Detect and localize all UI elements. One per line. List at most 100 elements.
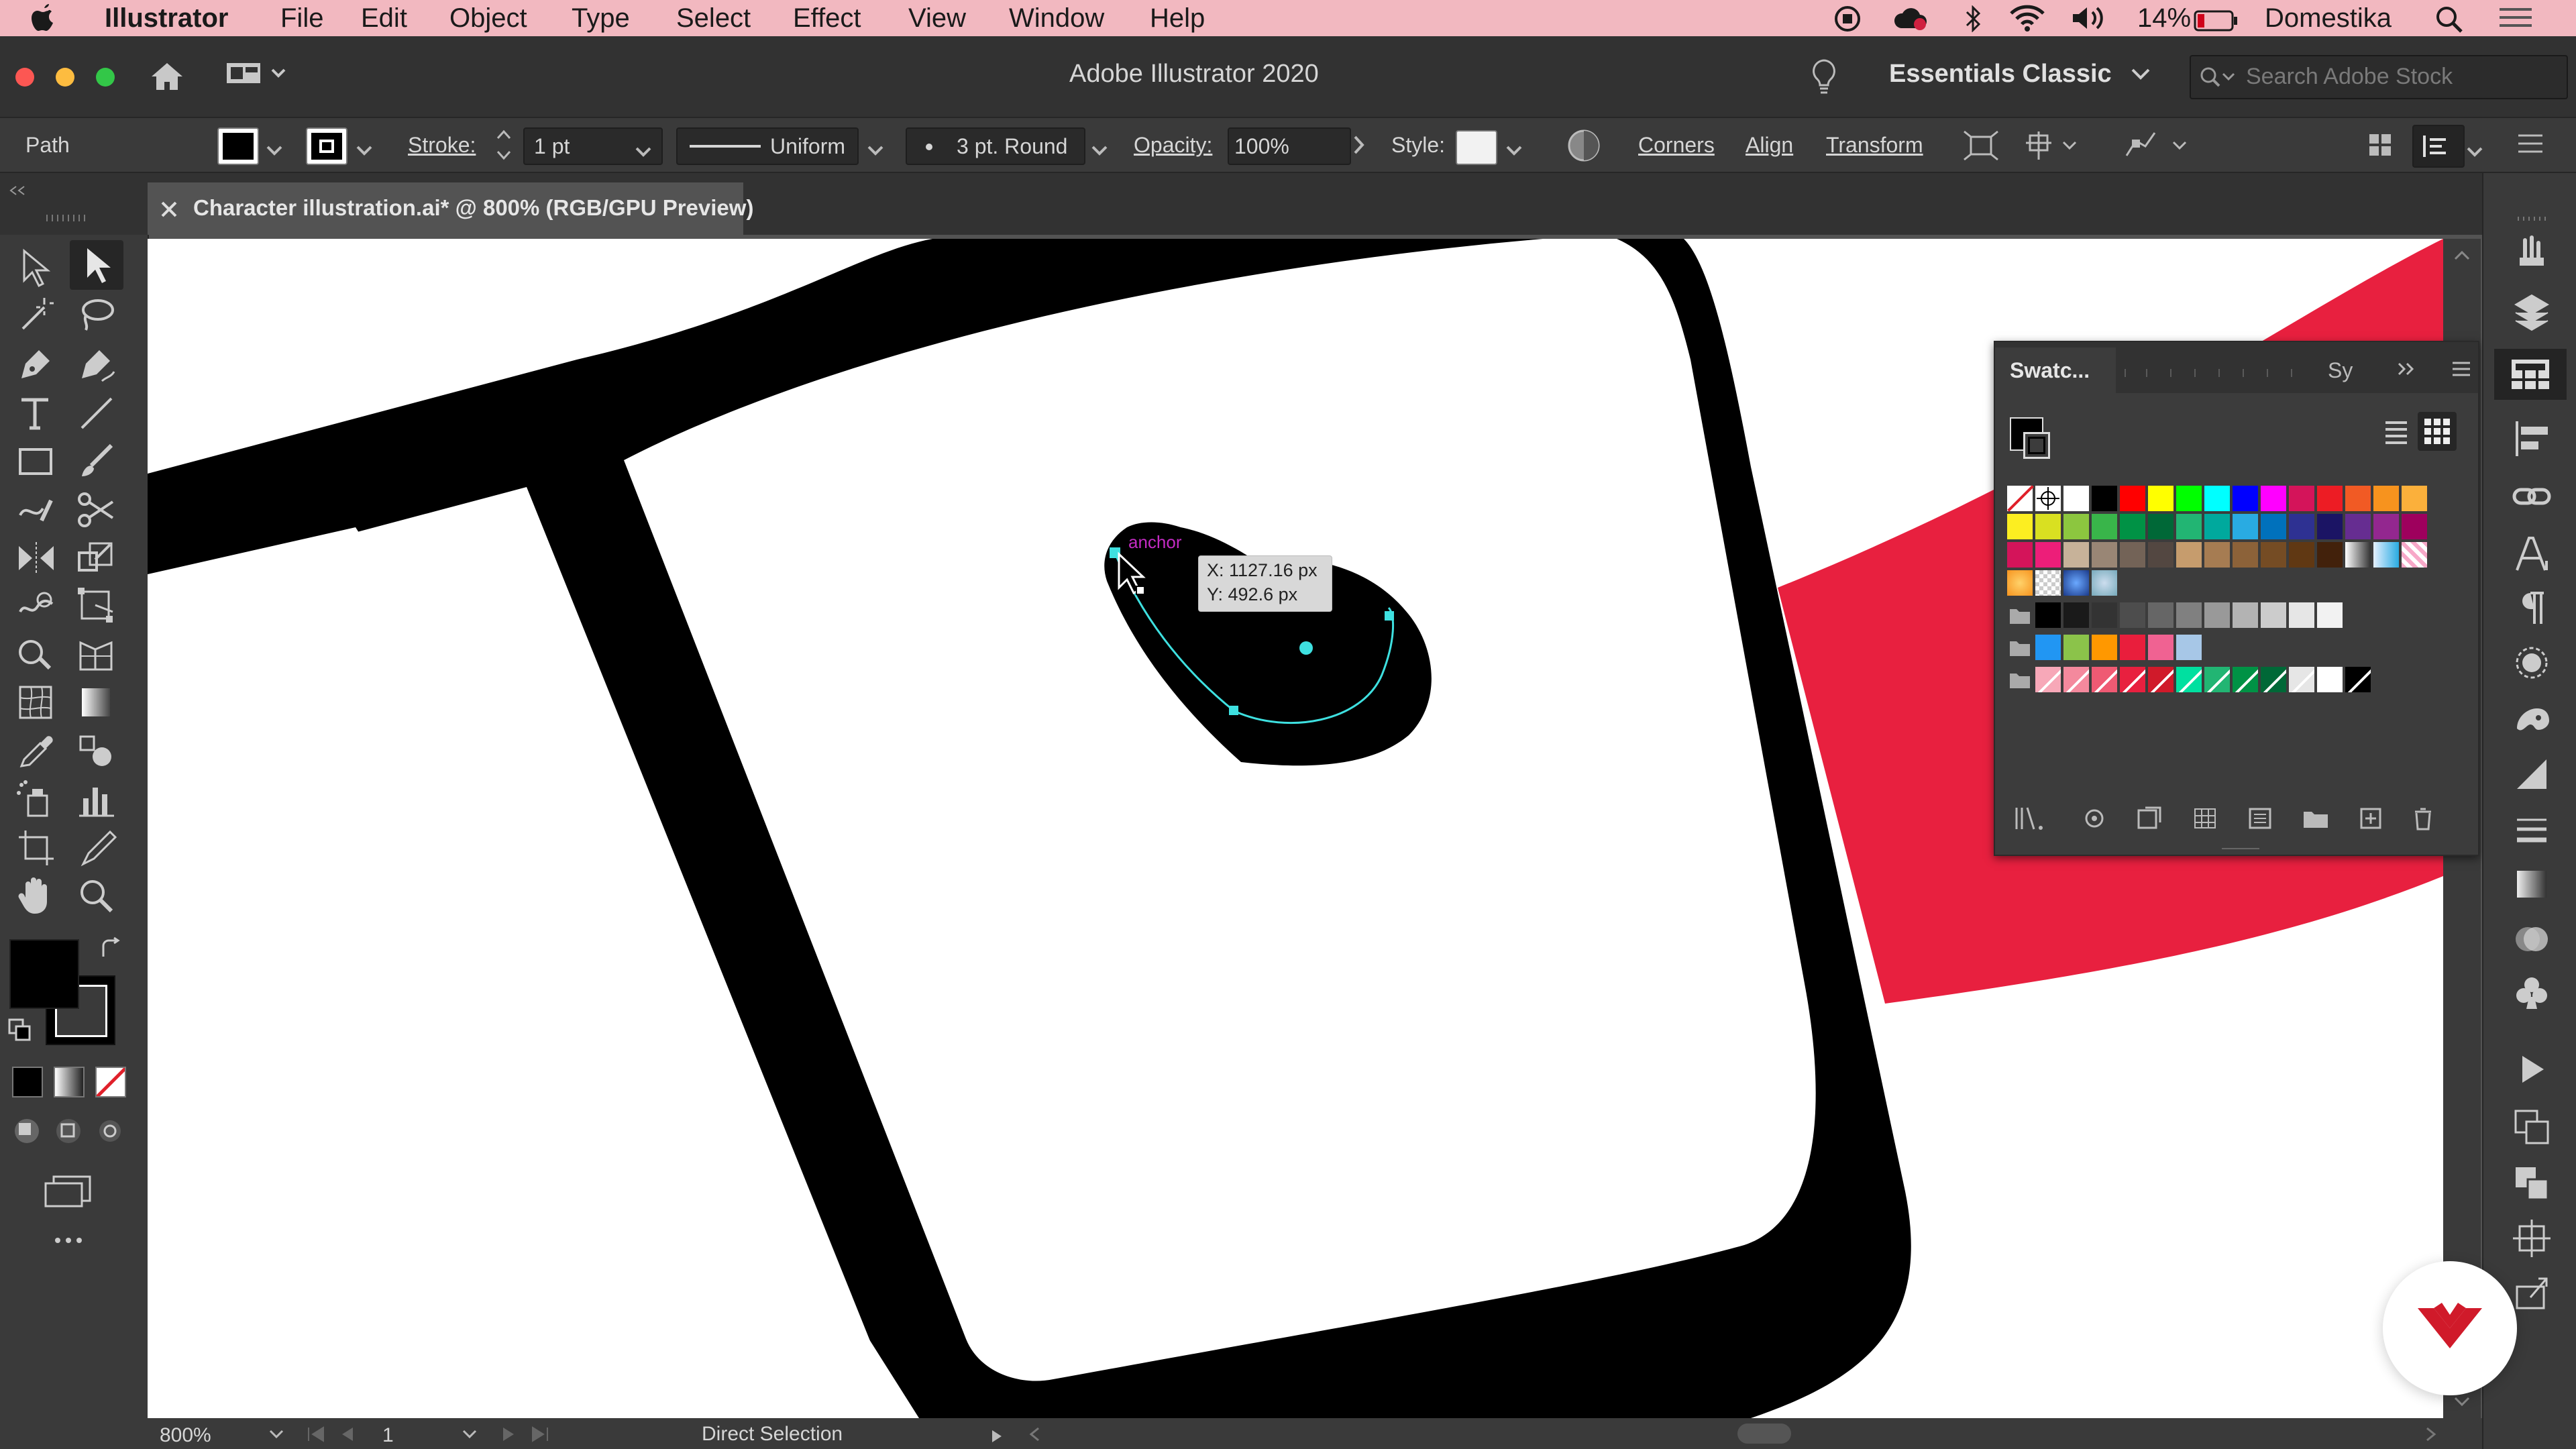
swatch-chip[interactable] <box>2120 514 2145 539</box>
swatch-chip[interactable] <box>2063 542 2089 568</box>
fill-color-dropdown[interactable] <box>217 127 259 165</box>
align-link[interactable]: Align <box>1746 131 1793 158</box>
swatch-chip[interactable] <box>2120 486 2145 511</box>
swatch-chip[interactable] <box>2007 514 2033 539</box>
screen-record-icon[interactable] <box>1834 5 1861 39</box>
user-name[interactable]: Domestika <box>2265 1 2392 35</box>
window-minimize-button[interactable] <box>55 67 75 91</box>
swatch-chip[interactable] <box>2317 514 2343 539</box>
artboard-tool-icon[interactable] <box>15 826 58 869</box>
swatch-chip[interactable] <box>2345 514 2371 539</box>
selection-tool-icon[interactable] <box>15 246 58 288</box>
menu-view[interactable]: View <box>908 1 966 35</box>
menu-effect[interactable]: Effect <box>793 1 861 35</box>
status-menu-arrow-icon[interactable] <box>990 1426 1004 1449</box>
recolor-artwork-icon[interactable] <box>1567 129 1601 168</box>
fill-color-front[interactable] <box>9 939 79 1009</box>
artboards-panel-icon[interactable] <box>2512 1107 2552 1150</box>
blend-tool-icon[interactable] <box>75 730 118 773</box>
swatch-chip[interactable] <box>2345 667 2371 692</box>
panel-menu-icon[interactable] <box>2451 361 2471 380</box>
swatch-chip[interactable] <box>2289 602 2314 628</box>
swatch-chip[interactable] <box>2176 667 2202 692</box>
shaper-tool-icon[interactable] <box>15 488 58 531</box>
stroke-weight-field[interactable]: 1 pt <box>523 127 663 165</box>
swatch-chip[interactable] <box>2092 602 2117 628</box>
swatch-chip[interactable] <box>2261 514 2286 539</box>
swatch-chip[interactable] <box>2233 486 2258 511</box>
free-transform-tool-icon[interactable] <box>75 585 118 628</box>
warp-tool-icon[interactable] <box>15 585 58 628</box>
transform-link[interactable]: Transform <box>1826 131 1923 158</box>
swatch-chip[interactable] <box>2148 486 2174 511</box>
properties-toggle[interactable] <box>2412 125 2465 168</box>
collapse-panel-icon[interactable] <box>8 185 28 199</box>
menu-edit[interactable]: Edit <box>361 1 407 35</box>
type-tool-icon[interactable] <box>15 392 58 435</box>
swatch-chip[interactable] <box>2063 514 2089 539</box>
stroke-panel-icon[interactable] <box>2512 754 2552 798</box>
swatch-chip[interactable] <box>2092 514 2117 539</box>
swatch-chip[interactable] <box>2148 542 2174 568</box>
stroke-color-dropdown[interactable] <box>306 127 347 165</box>
export-panel-icon[interactable] <box>2512 1273 2552 1317</box>
new-color-group-icon[interactable] <box>2192 805 2219 835</box>
swatch-options-icon[interactable] <box>2136 805 2163 835</box>
swatch-chip[interactable] <box>2092 570 2117 596</box>
menu-type[interactable]: Type <box>572 1 630 35</box>
draw-inside-icon[interactable] <box>95 1116 125 1149</box>
actions-panel-icon[interactable] <box>2512 1049 2552 1093</box>
arrange-panels-icon[interactable] <box>2367 131 2394 164</box>
puppet-warp-icon[interactable] <box>2123 130 2196 166</box>
stock-search-field[interactable]: Search Adobe Stock <box>2190 55 2568 99</box>
more-tools-icon[interactable] <box>54 1236 83 1248</box>
swatch-chip[interactable] <box>2289 667 2314 692</box>
show-swatch-kinds-icon[interactable] <box>2081 805 2108 835</box>
bluetooth-icon[interactable] <box>1962 5 1984 39</box>
swatch-chip[interactable] <box>2261 542 2286 568</box>
swatch-chip[interactable] <box>2063 635 2089 660</box>
swatch-chip[interactable] <box>2035 635 2061 660</box>
home-icon[interactable] <box>149 60 185 96</box>
stroke-weights-panel-icon[interactable] <box>2512 809 2552 853</box>
swatch-chip[interactable] <box>2345 542 2371 568</box>
swatch-chip[interactable] <box>2204 602 2230 628</box>
volume-icon[interactable] <box>2070 4 2108 39</box>
variable-width-profile[interactable]: Uniform <box>676 127 859 165</box>
brushes-panel-icon[interactable] <box>2512 699 2552 743</box>
symbol-sprayer-tool-icon[interactable] <box>15 778 58 821</box>
window-close-button[interactable] <box>15 67 35 91</box>
align-panel-icon[interactable] <box>2512 419 2552 462</box>
stroke-label[interactable]: Stroke: <box>408 131 476 158</box>
curvature-tool-icon[interactable] <box>75 343 118 386</box>
opacity-label[interactable]: Opacity: <box>1134 131 1212 158</box>
swatch-chip[interactable] <box>2148 667 2174 692</box>
gradient-mode-button[interactable] <box>54 1067 85 1097</box>
swatch-chip[interactable] <box>2092 486 2117 511</box>
swatch-chip[interactable] <box>2373 514 2399 539</box>
color-group-folder-icon[interactable] <box>2007 667 2033 692</box>
tab-swatches[interactable]: Swatc... <box>1995 347 2116 393</box>
rectangle-tool-icon[interactable] <box>15 440 58 483</box>
previous-artboard-icon[interactable] <box>339 1425 356 1448</box>
last-artboard-icon[interactable] <box>530 1425 550 1448</box>
tab-character-illustration[interactable]: Character illustration.ai* @ 800% (RGB/G… <box>148 182 753 235</box>
corners-link[interactable]: Corners <box>1638 131 1715 158</box>
dock-grip-icon[interactable] <box>2517 213 2551 225</box>
swatch-chip[interactable] <box>2035 667 2061 692</box>
zoom-tool-icon[interactable] <box>75 875 118 918</box>
swatch-chip[interactable] <box>2289 542 2314 568</box>
swatch-chip[interactable] <box>2402 486 2427 511</box>
swatch-chip[interactable] <box>2176 635 2202 660</box>
swatch-chip[interactable] <box>2233 542 2258 568</box>
swatch-chip[interactable] <box>2148 635 2174 660</box>
swatch-chip[interactable] <box>2345 486 2371 511</box>
first-artboard-icon[interactable] <box>306 1425 326 1448</box>
draw-normal-icon[interactable] <box>12 1116 42 1149</box>
swatch-chip[interactable] <box>2317 602 2343 628</box>
swatch-chip[interactable] <box>2035 486 2061 511</box>
chevron-down-icon[interactable] <box>1091 138 1108 163</box>
swatch-chip[interactable] <box>2035 514 2061 539</box>
swatch-chip[interactable] <box>2063 667 2089 692</box>
swatches-panel-icon[interactable] <box>2494 349 2567 400</box>
